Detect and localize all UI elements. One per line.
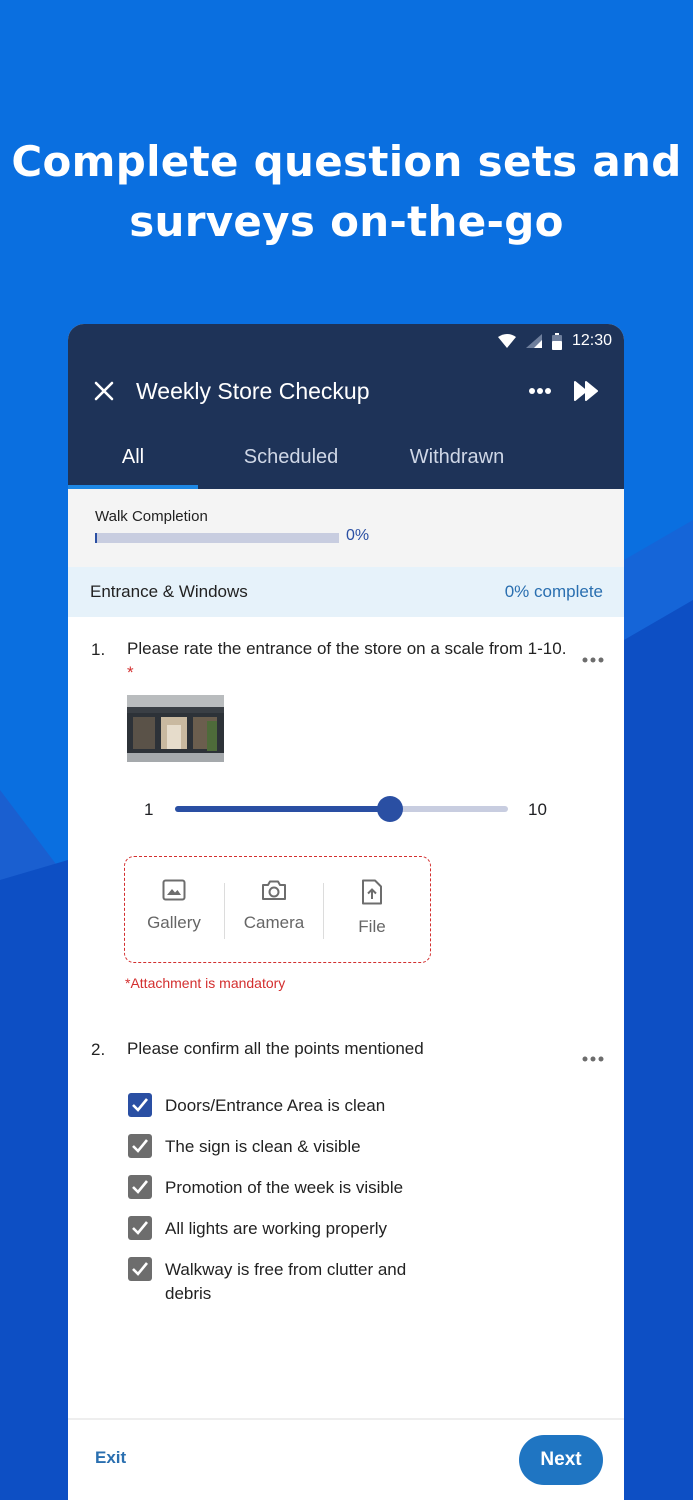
wifi-icon xyxy=(497,334,516,348)
walk-completion-panel: Walk Completion 0% xyxy=(68,489,624,567)
camera-label: Camera xyxy=(243,913,305,932)
question-2-text: Please confirm all the points mentioned xyxy=(127,1039,424,1058)
hero-headline-line-1: Complete question sets and xyxy=(11,137,682,186)
file-label: File xyxy=(358,917,386,936)
attachment-error: *Attachment is mandatory xyxy=(125,975,286,991)
walk-completion-label: Walk Completion xyxy=(95,508,208,525)
toolbar-title: Weekly Store Checkup xyxy=(136,378,370,404)
section-header: Entrance & Windows 0% complete xyxy=(68,567,624,617)
tab-all[interactable]: All xyxy=(68,434,198,489)
more-horizontal-icon[interactable] xyxy=(528,384,552,398)
tab-withdrawn[interactable]: Withdrawn xyxy=(394,434,520,489)
fast-forward-icon[interactable] xyxy=(574,380,600,402)
checklist-item[interactable]: Promotion of the week is visible xyxy=(128,1175,528,1203)
checkbox-checked[interactable] xyxy=(128,1175,152,1199)
next-button[interactable]: Next xyxy=(519,1435,603,1485)
slider-thumb[interactable] xyxy=(376,796,403,822)
checkbox-checked[interactable] xyxy=(128,1134,152,1158)
file-button[interactable]: File xyxy=(323,879,421,943)
phone-screen: 12:30 Weekly Store Checkup All Scheduled… xyxy=(68,324,624,1500)
gallery-label: Gallery xyxy=(147,913,201,932)
walk-progress-fill xyxy=(95,533,97,543)
gallery-icon xyxy=(162,879,186,901)
close-icon[interactable] xyxy=(92,379,116,403)
checklist-item[interactable]: Walkway is free from clutter and debris xyxy=(128,1257,528,1309)
hero-headline: Complete question sets and surveys on-th… xyxy=(0,132,693,252)
tab-bar: All Scheduled Withdrawn xyxy=(68,434,624,489)
checkbox-checked[interactable] xyxy=(128,1093,152,1117)
question-2-number: 2. xyxy=(91,1040,106,1059)
question-1-more-icon[interactable] xyxy=(582,650,604,663)
check-icon xyxy=(132,1262,149,1276)
rating-slider[interactable] xyxy=(175,796,508,822)
check-icon xyxy=(132,1180,149,1194)
attachment-box: Gallery Camera File xyxy=(124,856,431,963)
walk-progress-bar xyxy=(95,533,339,543)
checklist-item[interactable]: The sign is clean & visible xyxy=(128,1134,528,1162)
checklist-item-label: Walkway is free from clutter and debris xyxy=(165,1260,407,1303)
checklist-item-label: All lights are working properly xyxy=(165,1219,388,1238)
check-icon xyxy=(132,1139,149,1153)
battery-icon xyxy=(551,332,562,350)
checklist-item[interactable]: Doors/Entrance Area is clean xyxy=(128,1093,528,1121)
exit-button[interactable]: Exit xyxy=(95,1448,126,1468)
check-icon xyxy=(132,1098,149,1112)
file-upload-icon xyxy=(362,879,382,905)
required-marker: * xyxy=(127,663,134,682)
slider-max-label: 10 xyxy=(528,800,547,819)
bottom-bar: Exit Next xyxy=(68,1418,624,1500)
check-icon xyxy=(132,1221,149,1235)
checkbox-checked[interactable] xyxy=(128,1257,152,1281)
hero-headline-line-2: surveys on-the-go xyxy=(129,197,564,246)
section-title: Entrance & Windows xyxy=(90,582,248,601)
question-2-more-icon[interactable] xyxy=(582,1049,604,1062)
signal-icon xyxy=(525,334,542,348)
app-bar: 12:30 Weekly Store Checkup All Scheduled… xyxy=(68,324,624,489)
storefront-image xyxy=(127,695,224,762)
gallery-button[interactable]: Gallery xyxy=(125,879,223,943)
status-bar: 12:30 xyxy=(497,331,612,351)
tab-scheduled[interactable]: Scheduled xyxy=(228,434,354,489)
checkbox-checked[interactable] xyxy=(128,1216,152,1240)
question-1-number: 1. xyxy=(91,640,106,659)
checklist-item[interactable]: All lights are working properly xyxy=(128,1216,528,1244)
question-1-text: Please rate the entrance of the store on… xyxy=(127,637,567,685)
section-completion: 0% complete xyxy=(504,582,603,601)
question-1-label: Please rate the entrance of the store on… xyxy=(127,639,567,658)
checklist-item-label: Promotion of the week is visible xyxy=(165,1178,404,1197)
status-time: 12:30 xyxy=(571,332,612,349)
camera-icon xyxy=(262,880,286,900)
checklist-item-label: The sign is clean & visible xyxy=(165,1137,361,1156)
checklist-item-label: Doors/Entrance Area is clean xyxy=(165,1096,386,1115)
camera-button[interactable]: Camera xyxy=(225,879,323,943)
walk-completion-percent: 0% xyxy=(346,527,370,544)
slider-fill xyxy=(175,806,390,812)
slider-min-label: 1 xyxy=(144,800,154,819)
